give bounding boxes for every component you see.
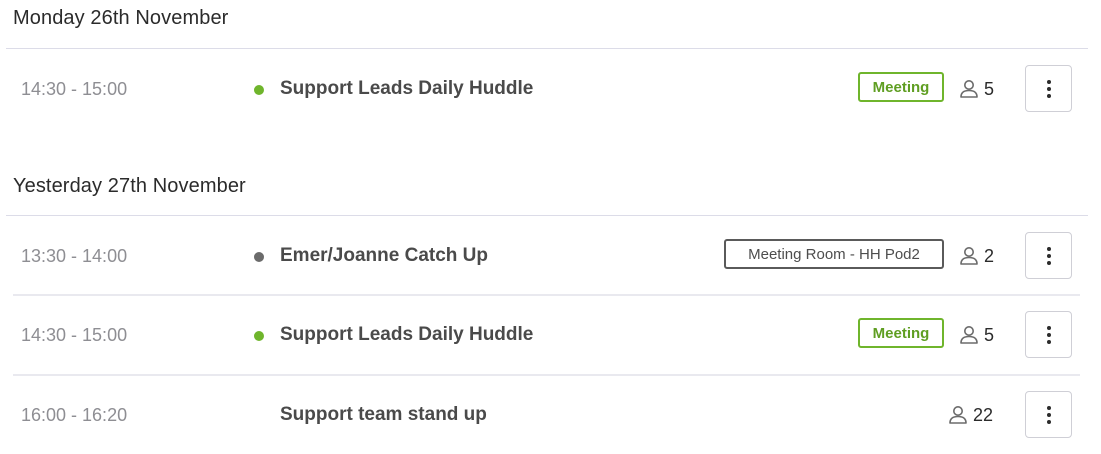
day-divider xyxy=(6,215,1088,216)
event-tag: Meeting xyxy=(858,72,944,102)
event-title[interactable]: Support Leads Daily Huddle xyxy=(280,78,533,100)
attendee-count-value: 5 xyxy=(984,324,995,345)
event-tag: Meeting Room - HH Pod2 xyxy=(724,239,944,269)
event-menu-button[interactable] xyxy=(1025,65,1072,112)
attendee-count: 5 xyxy=(958,77,994,101)
schedule-list: Monday 26th November 14:30 - 15:00 Suppo… xyxy=(0,0,1101,454)
row-divider xyxy=(13,294,1080,296)
attendee-count: 2 xyxy=(958,244,994,268)
status-dot-icon xyxy=(254,331,264,341)
attendee-count-value: 2 xyxy=(984,245,995,266)
event-row[interactable]: 14:30 - 15:00 Support Leads Daily Huddle… xyxy=(6,65,1080,113)
event-time: 16:00 - 16:20 xyxy=(21,405,128,425)
event-menu-button[interactable] xyxy=(1025,232,1072,279)
kebab-menu-icon xyxy=(1046,325,1051,344)
day-header: Monday 26th November xyxy=(13,7,229,29)
kebab-menu-icon xyxy=(1046,246,1051,265)
row-divider xyxy=(13,374,1080,376)
day-header: Yesterday 27th November xyxy=(13,175,246,197)
kebab-menu-icon xyxy=(1046,405,1051,424)
status-dot-icon xyxy=(254,252,264,262)
event-menu-button[interactable] xyxy=(1025,311,1072,358)
attendee-count: 22 xyxy=(947,403,993,427)
event-tag: Meeting xyxy=(858,318,944,348)
event-time: 14:30 - 15:00 xyxy=(21,79,128,99)
person-outline-icon xyxy=(960,247,978,265)
event-title[interactable]: Emer/Joanne Catch Up xyxy=(280,245,488,267)
event-row[interactable]: 13:30 - 14:00 Emer/Joanne Catch Up Meeti… xyxy=(6,232,1080,280)
person-outline-icon xyxy=(960,80,978,98)
event-title[interactable]: Support team stand up xyxy=(280,404,487,426)
kebab-menu-icon xyxy=(1046,79,1051,98)
event-title[interactable]: Support Leads Daily Huddle xyxy=(280,324,533,346)
attendee-count: 5 xyxy=(958,323,994,347)
status-dot-icon xyxy=(254,85,264,95)
event-row[interactable]: 14:30 - 15:00 Support Leads Daily Huddle… xyxy=(6,311,1080,359)
person-outline-icon xyxy=(949,406,967,424)
person-outline-icon xyxy=(960,326,978,344)
event-time: 14:30 - 15:00 xyxy=(21,325,128,345)
attendee-count-value: 22 xyxy=(973,404,994,425)
event-row[interactable]: 16:00 - 16:20 Support team stand up 22 xyxy=(6,391,1080,439)
event-time: 13:30 - 14:00 xyxy=(21,246,128,266)
day-divider xyxy=(6,48,1088,49)
event-menu-button[interactable] xyxy=(1025,391,1072,438)
attendee-count-value: 5 xyxy=(984,78,995,99)
